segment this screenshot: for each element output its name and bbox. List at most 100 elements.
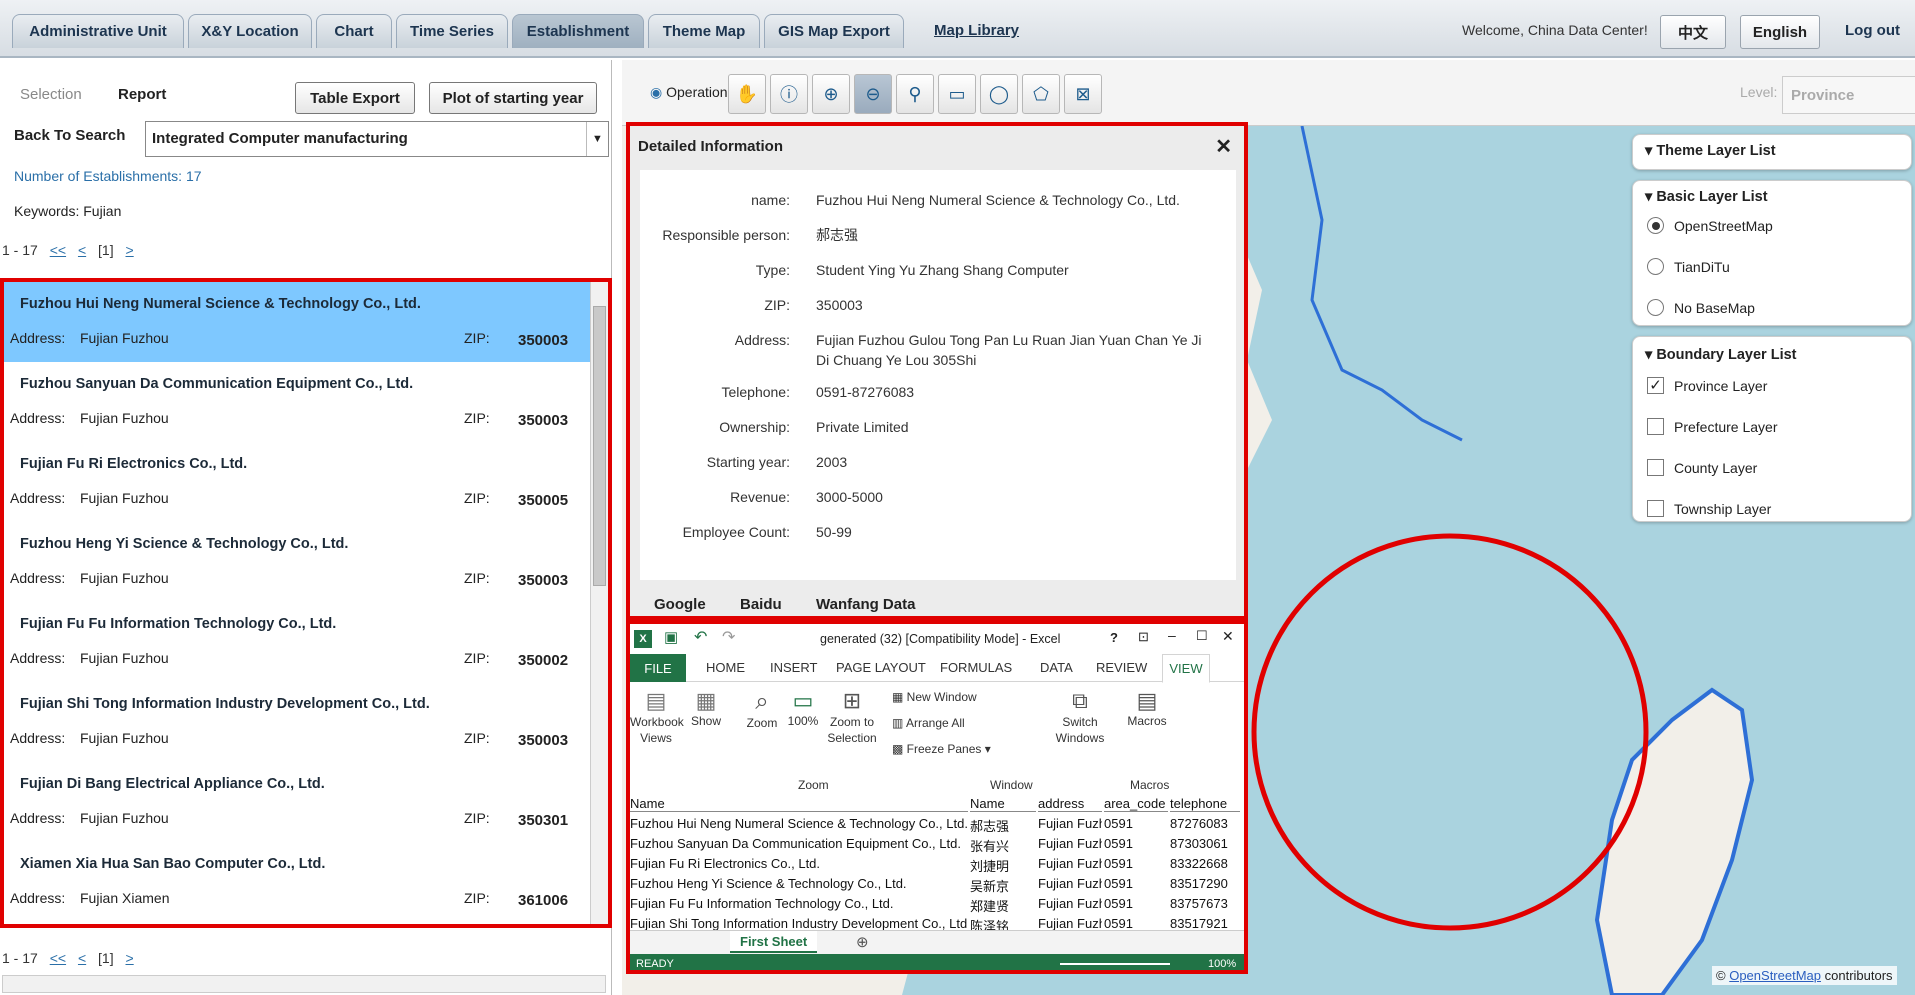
ribbon-display-icon[interactable]: ⊡ — [1138, 629, 1149, 645]
operations-label[interactable]: ◉ Operations — [650, 84, 735, 101]
sheet-tab-first-sheet[interactable]: First Sheet — [730, 931, 818, 953]
arrange-all-button[interactable]: ▥ Arrange All — [892, 716, 965, 730]
map-library-link[interactable]: Map Library — [934, 22, 1019, 39]
column-header[interactable]: Name — [970, 796, 1036, 812]
grid-cell[interactable]: 0591 — [1104, 856, 1168, 871]
zoom-out-icon[interactable]: ⊖ — [854, 74, 892, 114]
redo-icon[interactable]: ↷ — [722, 627, 735, 647]
industry-select[interactable]: Integrated Computer manufacturing ▼ — [145, 121, 609, 157]
grid-cell[interactable]: 0591 — [1104, 836, 1168, 851]
freeze-panes-button[interactable]: ▩ Freeze Panes ▾ — [892, 742, 991, 756]
checkbox-checked[interactable]: ✓ — [1647, 377, 1664, 394]
wanfang-link[interactable]: Wanfang Data — [816, 596, 915, 613]
chevron-down-icon[interactable]: ▼ — [586, 122, 608, 156]
grid-cell[interactable]: 吴新京 — [970, 876, 1036, 895]
english-language-button[interactable]: English — [1740, 15, 1820, 49]
tab-time-series[interactable]: Time Series — [396, 14, 508, 48]
layer-prefecture[interactable]: Prefecture Layer — [1647, 418, 1778, 435]
ribbon-tab-review[interactable]: REVIEW — [1096, 660, 1147, 675]
grid-cell[interactable]: Fujian Fuzhou — [1038, 816, 1102, 831]
radio-button[interactable] — [1647, 258, 1664, 275]
column-header[interactable]: area_code — [1104, 796, 1168, 812]
operations-toggle-icon[interactable]: ◉ — [650, 84, 662, 100]
point-select-icon[interactable]: ⚲ — [896, 74, 934, 114]
basic-layer-header[interactable]: ▾ Basic Layer List — [1645, 189, 1768, 205]
layer-county[interactable]: County Layer — [1647, 459, 1757, 476]
grid-cell[interactable]: 0591 — [1104, 916, 1168, 931]
tab-selection[interactable]: Selection — [20, 86, 82, 103]
grid-cell[interactable]: 87276083 — [1170, 816, 1240, 831]
grid-cell[interactable]: 张有兴 — [970, 836, 1036, 855]
ribbon-tab-page-layout[interactable]: PAGE LAYOUT — [836, 660, 926, 675]
macros-button[interactable]: ▤ Macros — [1122, 688, 1172, 728]
layer-province[interactable]: ✓ Province Layer — [1647, 377, 1767, 394]
chinese-language-button[interactable]: 中文 — [1660, 15, 1726, 49]
list-item[interactable]: Fujian Fu Fu Information Technology Co.,… — [4, 602, 590, 682]
grid-cell[interactable]: Fujian Fuzhou — [1038, 876, 1102, 891]
table-export-button[interactable]: Table Export — [295, 82, 415, 114]
google-link[interactable]: Google — [654, 596, 706, 613]
baidu-link[interactable]: Baidu — [740, 596, 782, 613]
grid-cell[interactable]: Fujian Fuzhou — [1038, 856, 1102, 871]
spreadsheet-grid[interactable]: Name Name address area_code telephone Fuzhou … — [630, 796, 1244, 934]
zoom-in-icon[interactable]: ⊕ — [812, 74, 850, 114]
column-header[interactable]: Name — [630, 796, 968, 812]
grid-cell[interactable]: Fuzhou Heng Yi Science & Technology Co.,… — [630, 876, 968, 891]
ribbon-tab-view[interactable]: VIEW — [1162, 654, 1210, 683]
clear-select-icon[interactable]: ⊠ — [1064, 74, 1102, 114]
list-item[interactable]: Fuzhou Heng Yi Science & Technology Co.,… — [4, 522, 590, 602]
horizontal-scrollbar[interactable] — [2, 975, 606, 993]
grid-cell[interactable]: 83757673 — [1170, 896, 1240, 911]
ribbon-tab-data[interactable]: DATA — [1040, 660, 1073, 675]
logout-link[interactable]: Log out — [1845, 22, 1900, 39]
add-sheet-icon[interactable]: ⊕ — [856, 933, 869, 951]
close-icon[interactable]: ✕ — [1215, 134, 1232, 159]
pager-prev[interactable]: < — [78, 950, 86, 966]
polygon-select-icon[interactable]: ⬠ — [1022, 74, 1060, 114]
ribbon-tab-insert[interactable]: INSERT — [770, 660, 817, 675]
tab-report[interactable]: Report — [118, 86, 166, 103]
pager-first[interactable]: << — [50, 950, 66, 966]
basemap-none[interactable]: No BaseMap — [1647, 299, 1755, 316]
basemap-openstreetmap[interactable]: OpenStreetMap — [1647, 217, 1773, 234]
boundary-layer-header[interactable]: ▾ Boundary Layer List — [1645, 347, 1797, 363]
pager-prev[interactable]: < — [78, 242, 86, 258]
tab-xy-location[interactable]: X&Y Location — [188, 14, 312, 48]
plot-starting-year-button[interactable]: Plot of starting year — [429, 82, 597, 114]
grid-cell[interactable]: Fuzhou Sanyuan Da Communication Equipmen… — [630, 836, 968, 851]
basemap-tianditu[interactable]: TianDiTu — [1647, 258, 1730, 275]
grid-cell[interactable]: Fuzhou Hui Neng Numeral Science & Techno… — [630, 816, 968, 831]
tab-gis-map-export[interactable]: GIS Map Export — [764, 14, 904, 48]
checkbox[interactable] — [1647, 418, 1664, 435]
grid-cell[interactable]: 郑建贤 — [970, 896, 1036, 915]
tab-chart[interactable]: Chart — [316, 14, 392, 48]
ribbon-tab-formulas[interactable]: FORMULAS — [940, 660, 1012, 675]
pager-next[interactable]: > — [126, 950, 134, 966]
tab-administrative-unit[interactable]: Administrative Unit — [12, 14, 184, 48]
undo-icon[interactable]: ↶ — [694, 627, 707, 647]
rectangle-select-icon[interactable]: ▭ — [938, 74, 976, 114]
grid-cell[interactable]: Fujian Shi Tong Information Industry Dev… — [630, 916, 968, 931]
tab-theme-map[interactable]: Theme Map — [648, 14, 760, 48]
radio-button[interactable] — [1647, 217, 1664, 234]
restore-icon[interactable]: ☐ — [1196, 628, 1208, 644]
list-item[interactable]: Fuzhou Sanyuan Da Communication Equipmen… — [4, 362, 590, 442]
grid-cell[interactable]: 87303061 — [1170, 836, 1240, 851]
grid-cell[interactable]: 83322668 — [1170, 856, 1240, 871]
column-header[interactable]: address — [1038, 796, 1102, 812]
workbook-views-button[interactable]: ▤ Workbook Views — [630, 688, 684, 746]
radio-button[interactable] — [1647, 299, 1664, 316]
scrollbar-thumb[interactable] — [593, 306, 606, 586]
close-icon[interactable]: ✕ — [1222, 628, 1234, 645]
zoom-slider[interactable] — [1060, 963, 1170, 965]
grid-cell[interactable]: 83517921 — [1170, 916, 1240, 931]
grid-cell[interactable]: 0591 — [1104, 876, 1168, 891]
attribution-link[interactable]: OpenStreetMap — [1729, 968, 1821, 983]
pager-page[interactable]: [1] — [98, 950, 114, 966]
level-select[interactable]: Province ▼ — [1782, 76, 1915, 114]
ribbon-tab-home[interactable]: HOME — [706, 660, 745, 675]
list-item[interactable]: Fujian Shi Tong Information Industry Dev… — [4, 682, 590, 762]
grid-cell[interactable]: Fujian Fu Ri Electronics Co., Ltd. — [630, 856, 968, 871]
grid-cell[interactable]: Fujian Fuzhou — [1038, 916, 1102, 931]
zoom-to-selection-button[interactable]: ⊞ Zoom to Selection — [824, 688, 880, 746]
